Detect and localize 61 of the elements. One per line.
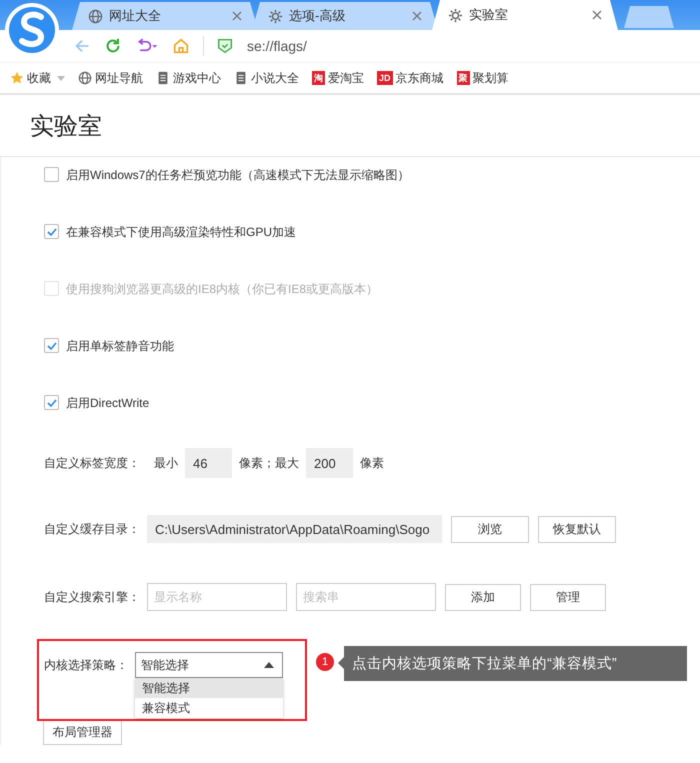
checkbox[interactable] bbox=[44, 338, 59, 353]
site-logo: JD bbox=[377, 71, 393, 85]
bookmark-item[interactable]: 收藏 bbox=[10, 70, 65, 86]
close-icon[interactable] bbox=[592, 10, 602, 20]
globe-icon bbox=[88, 8, 103, 24]
action-button[interactable]: 恢复默认 bbox=[538, 516, 616, 542]
step-number: 1 bbox=[316, 653, 334, 671]
layout-manager-button[interactable]: 布局管理器 bbox=[43, 719, 122, 745]
checkbox[interactable] bbox=[44, 395, 59, 410]
field-label: 最小 bbox=[154, 454, 178, 472]
option-label: 在兼容模式下使用高级渲染特性和GPU加速 bbox=[66, 224, 296, 241]
field-label: 自定义缓存目录： bbox=[44, 520, 141, 538]
bookmark-item[interactable]: JD 京东商城 bbox=[377, 70, 444, 86]
back-icon[interactable] bbox=[73, 37, 91, 55]
star-icon bbox=[10, 71, 24, 85]
browser-tab[interactable]: 实验室 bbox=[432, 0, 618, 30]
document-icon bbox=[234, 71, 248, 85]
caret-icon[interactable] bbox=[57, 76, 65, 80]
refresh-icon[interactable] bbox=[104, 37, 122, 55]
option-label: 启用DirectWrite bbox=[66, 395, 150, 412]
field-label: 像素；最大 bbox=[239, 454, 299, 472]
bookmark-item[interactable]: 网址导航 bbox=[78, 70, 143, 86]
caret-icon bbox=[264, 662, 274, 668]
action-button[interactable]: 添加 bbox=[445, 584, 521, 610]
option-label: 启用Windows7的任务栏预览功能（高速模式下无法显示缩略图） bbox=[66, 167, 410, 184]
field-label: 自定义标签宽度： bbox=[44, 454, 141, 472]
page-title: 实验室 bbox=[30, 112, 102, 142]
globe-icon bbox=[78, 71, 92, 85]
close-icon[interactable] bbox=[412, 11, 422, 21]
callout-tooltip: 点击内核选项策略下拉菜单的“兼容模式” bbox=[338, 646, 687, 681]
number-field[interactable]: 46 bbox=[185, 448, 232, 478]
address-field[interactable]: se://flags/ bbox=[247, 38, 307, 54]
bookmark-item[interactable]: 聚 聚划算 bbox=[456, 70, 509, 86]
bookmark-item[interactable]: 淘 爱淘宝 bbox=[312, 70, 364, 86]
home-icon[interactable] bbox=[172, 37, 190, 55]
action-button[interactable]: 管理 bbox=[530, 584, 606, 610]
bookmark-item[interactable]: 游戏中心 bbox=[156, 70, 221, 86]
new-tab-button[interactable] bbox=[624, 6, 674, 28]
number-field[interactable]: 200 bbox=[306, 448, 353, 478]
unit-label: 像素 bbox=[360, 454, 384, 472]
gear-icon bbox=[268, 8, 283, 24]
shield-icon bbox=[216, 37, 234, 55]
field-label: 内核选择策略： bbox=[44, 656, 129, 674]
action-button[interactable]: 浏览 bbox=[451, 516, 529, 542]
input-field[interactable]: 显示名称 bbox=[147, 583, 287, 611]
site-logo: 聚 bbox=[456, 71, 470, 85]
bookmark-item[interactable]: 小说大全 bbox=[234, 70, 299, 86]
input-field[interactable]: 搜索串 bbox=[296, 583, 436, 611]
option-label: 启用单标签静音功能 bbox=[66, 338, 174, 355]
site-logo: 淘 bbox=[312, 71, 325, 85]
dropdown[interactable]: 智能选择 bbox=[135, 652, 283, 678]
option-label: 使用搜狗浏览器更高级的IE8内核（你已有IE8或更高版本） bbox=[66, 281, 378, 298]
field-label: 自定义搜索引擎： bbox=[44, 588, 141, 606]
close-icon[interactable] bbox=[232, 11, 242, 21]
checkbox[interactable] bbox=[44, 224, 59, 239]
dropdown-option[interactable]: 兼容模式 bbox=[135, 698, 283, 718]
document-icon bbox=[156, 71, 170, 85]
dropdown-option[interactable]: 智能选择 bbox=[135, 678, 283, 698]
gear-icon bbox=[448, 8, 463, 22]
checkbox[interactable] bbox=[44, 167, 59, 182]
path-field[interactable]: C:\Users\Administrator\AppData\Roaming\Sogo bbox=[147, 515, 442, 543]
